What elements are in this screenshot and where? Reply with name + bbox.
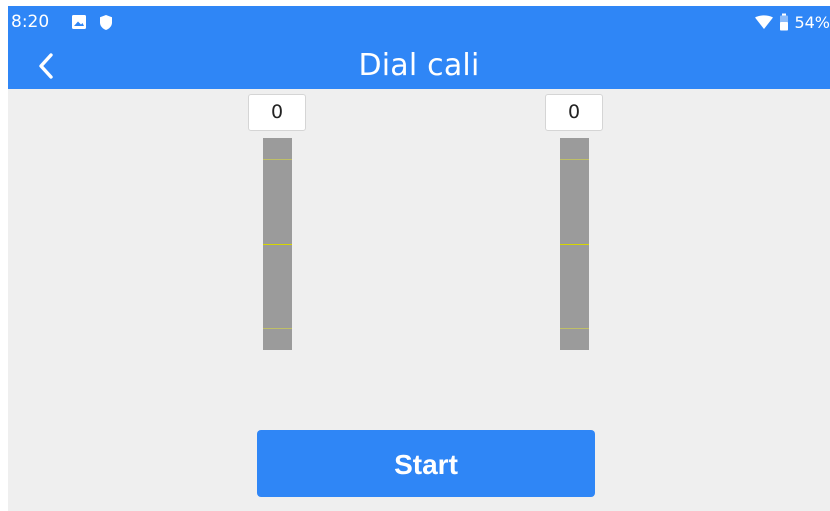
page-title: Dial cali: [358, 48, 480, 83]
screen: 8:20 54% Dial cali 0 0 Start: [8, 6, 830, 511]
left-dial-value: 0: [248, 94, 306, 131]
shield-icon: [100, 15, 112, 30]
image-icon: [72, 15, 86, 29]
left-dial-slider: [263, 138, 292, 350]
right-dial-value: 0: [545, 94, 603, 131]
right-dial-slider: [560, 138, 589, 350]
left-center-marker: [263, 244, 292, 245]
status-time: 8:20: [11, 12, 50, 32]
left-lower-marker: [263, 328, 292, 329]
right-upper-marker: [560, 159, 589, 160]
right-center-marker: [560, 244, 589, 245]
status-right-group: 54%: [754, 12, 830, 32]
app-bar: 8:20 54% Dial cali: [8, 6, 830, 89]
battery-percent: 54%: [794, 12, 830, 32]
wifi-icon: [755, 14, 774, 29]
start-button[interactable]: Start: [257, 430, 595, 497]
battery-icon: [780, 13, 789, 31]
right-lower-marker: [560, 328, 589, 329]
left-upper-marker: [263, 159, 292, 160]
